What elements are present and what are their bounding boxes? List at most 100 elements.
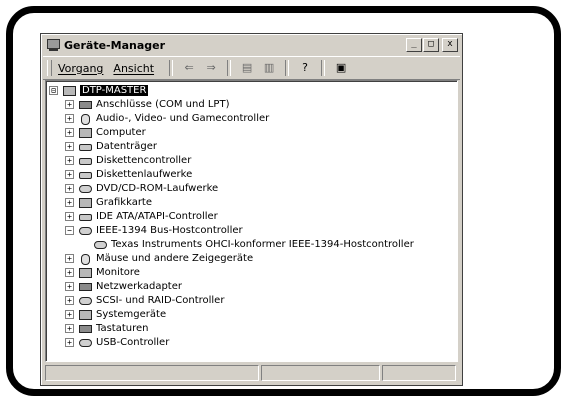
scan-icon[interactable]: ▣ (333, 61, 349, 75)
tree-item-label[interactable]: USB-Controller (96, 337, 169, 348)
tree-item-label[interactable]: Systemgeräte (96, 309, 166, 320)
expand-toggle[interactable]: + (65, 281, 74, 291)
device-manager-icon (46, 39, 60, 51)
tree-item-label[interactable]: Monitore (96, 267, 140, 278)
tree-item-usb[interactable]: + USB-Controller (65, 335, 169, 349)
toolbar-separator (227, 60, 232, 76)
expand-toggle[interactable]: + (65, 267, 74, 277)
tree-item-label[interactable]: Anschlüsse (COM und LPT) (96, 99, 229, 110)
tree-item-label[interactable]: SCSI- und RAID-Controller (96, 295, 224, 306)
expand-toggle[interactable]: + (65, 113, 74, 123)
ieee1394-device-icon (93, 238, 107, 250)
computer-icon (62, 84, 76, 96)
forward-icon[interactable]: ⇒ (203, 61, 219, 75)
expand-toggle[interactable]: + (65, 183, 74, 193)
tree-item-graphics[interactable]: + Grafikkarte (65, 195, 152, 209)
usb-icon (78, 336, 92, 348)
help-icon[interactable]: ? (297, 61, 313, 75)
tree-item-label[interactable]: Mäuse und andere Zeigegeräte (96, 253, 253, 264)
tree-item-system[interactable]: + Systemgeräte (65, 307, 166, 321)
maximize-button[interactable]: □ (423, 38, 439, 52)
expand-toggle[interactable]: + (65, 169, 74, 179)
floppy-drive-icon (78, 168, 92, 180)
expand-toggle[interactable]: + (65, 337, 74, 347)
mouse-icon (78, 252, 92, 265)
device-tree[interactable]: ⊟ DTP-MASTER + Anschlüsse (COM und LPT) … (45, 80, 458, 362)
tree-item-scsi[interactable]: + SCSI- und RAID-Controller (65, 293, 224, 307)
tree-item-ide[interactable]: + IDE ATA/ATAPI-Controller (65, 209, 218, 223)
status-panel-main (45, 365, 259, 381)
toolbar-separator (285, 60, 290, 76)
computer-icon (78, 126, 92, 138)
floppy-controller-icon (78, 154, 92, 166)
view-icon[interactable]: ▥ (261, 61, 277, 75)
window-controls: _ □ x (405, 38, 458, 52)
tree-item-network[interactable]: + Netzwerkadapter (65, 279, 182, 293)
speaker-icon (78, 112, 92, 125)
collapse-toggle[interactable]: − (65, 225, 74, 235)
close-button[interactable]: x (442, 38, 458, 52)
monitor-icon (78, 266, 92, 278)
menu-toolbar: Vorgang Ansicht ⇐ ⇒ ▤ ▥ ? ▣ (43, 56, 460, 80)
keyboard-icon (78, 322, 92, 334)
tree-item-label[interactable]: Netzwerkadapter (96, 281, 182, 292)
window-title: Geräte-Manager (64, 38, 166, 52)
toolbar-separator (321, 60, 326, 76)
properties-icon[interactable]: ▤ (239, 61, 255, 75)
expand-toggle[interactable]: + (65, 211, 74, 221)
network-adapter-icon (78, 280, 92, 292)
tree-item-label[interactable]: Computer (96, 127, 146, 138)
expand-toggle[interactable]: + (65, 253, 74, 263)
status-panel-middle (260, 365, 380, 381)
tree-item-monitors[interactable]: + Monitore (65, 265, 140, 279)
tree-item-computer[interactable]: + Computer (65, 125, 146, 139)
expand-toggle[interactable]: + (65, 99, 74, 109)
status-panel-right (381, 365, 456, 381)
title-bar[interactable]: Geräte-Manager _ □ x (43, 36, 460, 54)
tree-item-label[interactable]: Diskettenlaufwerke (96, 169, 192, 180)
menu-vorgang[interactable]: Vorgang (58, 62, 103, 75)
tree-item-label[interactable]: IDE ATA/ATAPI-Controller (96, 211, 218, 222)
tree-item-label[interactable]: IEEE-1394 Bus-Hostcontroller (96, 225, 243, 236)
tree-item-ieee1394[interactable]: − IEEE-1394 Bus-Hostcontroller (65, 223, 243, 237)
tree-item-floppy-controller[interactable]: + Diskettencontroller (65, 153, 191, 167)
tree-item-keyboards[interactable]: + Tastaturen (65, 321, 148, 335)
tree-item-label[interactable]: Audio-, Video- und Gamecontroller (96, 113, 269, 124)
minimize-button[interactable]: _ (406, 38, 422, 52)
tree-item-label[interactable]: Grafikkarte (96, 197, 152, 208)
expand-toggle[interactable]: + (65, 127, 74, 137)
expand-toggle[interactable]: + (65, 295, 74, 305)
expand-toggle[interactable]: + (65, 197, 74, 207)
expand-toggle[interactable]: + (65, 141, 74, 151)
tree-item-disks[interactable]: + Datenträger (65, 139, 157, 153)
cd-rom-icon (78, 182, 92, 194)
toolbar-separator (169, 60, 174, 76)
menu-ansicht[interactable]: Ansicht (113, 62, 154, 75)
expand-toggle[interactable]: + (65, 309, 74, 319)
system-device-icon (78, 308, 92, 320)
tree-item-audio[interactable]: + Audio-, Video- und Gamecontroller (65, 111, 269, 125)
tree-item-ports[interactable]: + Anschlüsse (COM und LPT) (65, 97, 229, 111)
tree-item-label[interactable]: Texas Instruments OHCI-konformer IEEE-13… (111, 239, 414, 250)
back-icon[interactable]: ⇐ (181, 61, 197, 75)
tree-item-ti-controller[interactable]: Texas Instruments OHCI-konformer IEEE-13… (93, 237, 414, 251)
tree-item-floppy-drives[interactable]: + Diskettenlaufwerke (65, 167, 192, 181)
tree-item-label[interactable]: Datenträger (96, 141, 157, 152)
collapse-toggle[interactable]: ⊟ (49, 85, 58, 95)
tree-item-label[interactable]: Tastaturen (96, 323, 148, 334)
expand-toggle[interactable]: + (65, 323, 74, 333)
tree-item-mice[interactable]: + Mäuse und andere Zeigegeräte (65, 251, 253, 265)
tree-item-label[interactable]: DVD/CD-ROM-Laufwerke (96, 183, 218, 194)
ide-controller-icon (78, 210, 92, 222)
display-adapter-icon (78, 196, 92, 208)
tree-item-dvd[interactable]: + DVD/CD-ROM-Laufwerke (65, 181, 218, 195)
hard-disk-icon (78, 140, 92, 152)
scsi-icon (78, 294, 92, 306)
tree-root-row[interactable]: ⊟ DTP-MASTER (49, 83, 149, 97)
expand-toggle[interactable]: + (65, 155, 74, 165)
tree-root-label[interactable]: DTP-MASTER (80, 84, 149, 96)
device-manager-window: Geräte-Manager _ □ x Vorgang Ansicht ⇐ ⇒… (40, 33, 463, 386)
port-icon (78, 98, 92, 110)
tree-item-label[interactable]: Diskettencontroller (96, 155, 191, 166)
toolbar-grip[interactable] (47, 60, 52, 76)
